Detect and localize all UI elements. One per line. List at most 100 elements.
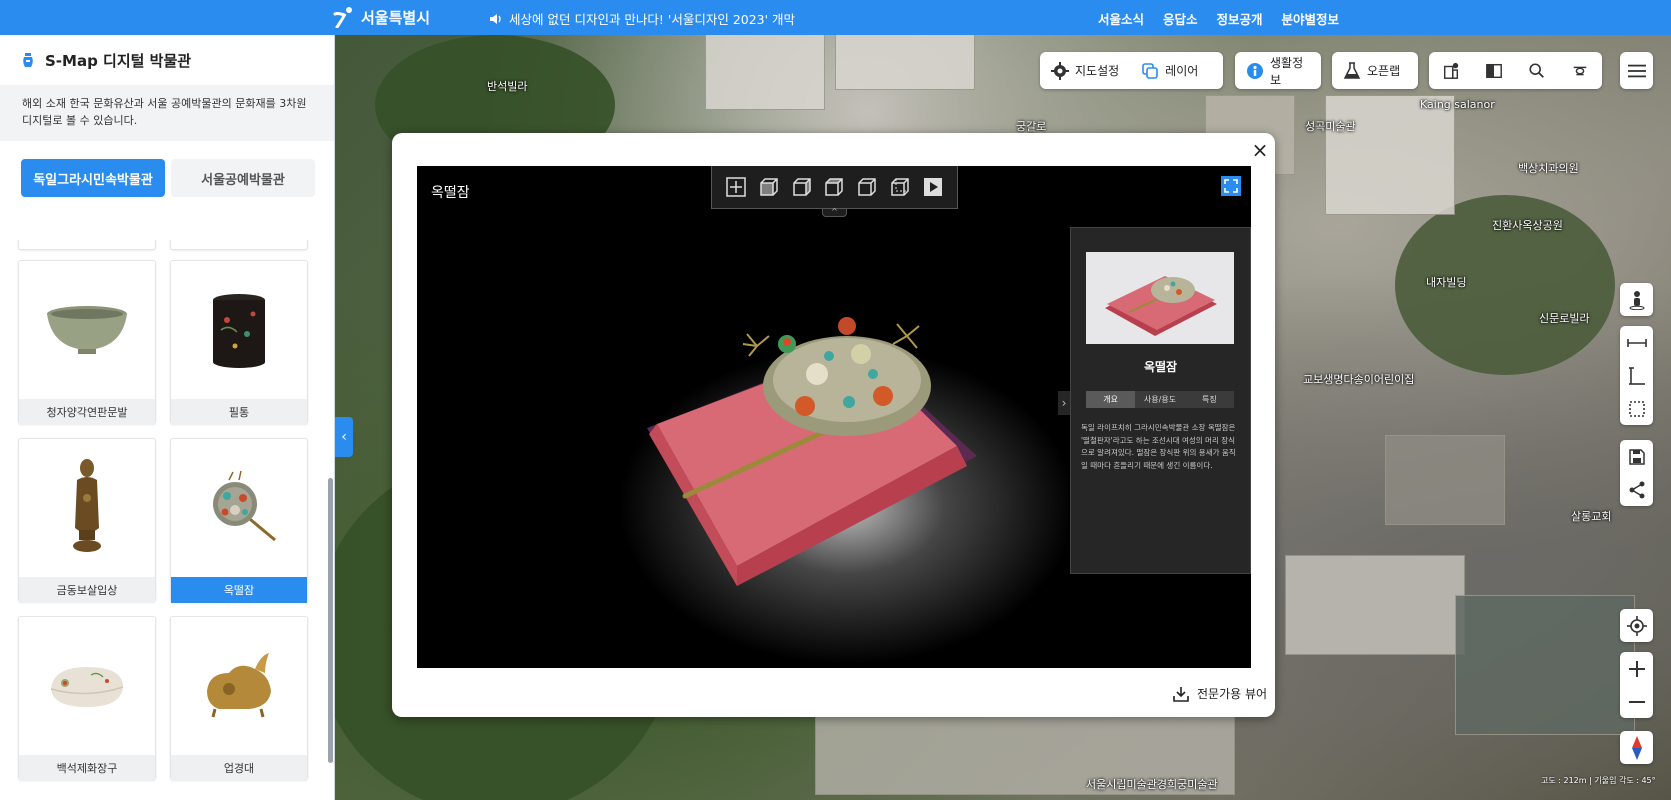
- area-measure-icon[interactable]: [1620, 392, 1653, 425]
- chevron-right-icon: ›: [1061, 396, 1067, 410]
- tab-seoul-craft-museum[interactable]: 서울공예박물관: [171, 159, 315, 197]
- open-lab-label: 오픈랩: [1367, 64, 1401, 78]
- artifact-label: 금동보살입상: [19, 577, 155, 603]
- sidebar-description: 해외 소재 한국 문화유산과 서울 공예박물관의 문화재를 3차원 디지털로 볼…: [0, 85, 334, 141]
- measure-tools: [1620, 326, 1653, 425]
- celadon-bowl-icon: [19, 261, 155, 399]
- map-label: 서울시립미술관경희궁미술관: [1086, 778, 1218, 791]
- info-tab-usage[interactable]: 사용/용도: [1135, 391, 1185, 408]
- artifact-card[interactable]: 청자양각연판문발: [18, 260, 156, 425]
- sidebar-title: S-Map 디지털 박물관: [45, 51, 192, 70]
- flask-icon: [1343, 61, 1361, 80]
- pegman-icon[interactable]: [1620, 283, 1653, 316]
- save-icon[interactable]: [1620, 440, 1653, 473]
- split-view-icon[interactable]: [1485, 62, 1503, 80]
- distance-measure-icon[interactable]: [1620, 326, 1653, 359]
- menu-button[interactable]: [1620, 52, 1653, 89]
- tab-grassi-museum[interactable]: 독일그라시민속박물관: [21, 159, 165, 197]
- notice-banner[interactable]: 세상에 없던 디자인과 만나다! '서울디자인 2023' 개막: [489, 9, 795, 28]
- map-toolbar-icons: [1429, 52, 1602, 89]
- map-label: 궁갈로: [1016, 120, 1047, 133]
- brand-name: 서울특별시: [361, 8, 431, 27]
- play-icon[interactable]: [922, 176, 944, 198]
- map-settings-label: 지도설정: [1075, 64, 1120, 78]
- info-tabs: 개요 사용/용도 특징: [1086, 391, 1234, 408]
- top-link-disclosure[interactable]: 정보공개: [1217, 9, 1263, 28]
- height-measure-icon[interactable]: [1620, 359, 1653, 392]
- open-lab-button[interactable]: 오픈랩: [1332, 52, 1411, 89]
- layers-icon: [1141, 62, 1159, 80]
- share-icon[interactable]: [1620, 473, 1653, 506]
- info-person-icon: [1246, 62, 1264, 80]
- view-mode-toolbar: [711, 166, 958, 209]
- sidebar-header: S-Map 디지털 박물관: [0, 35, 334, 85]
- artifact-label: 업경대: [171, 755, 307, 781]
- info-panel-toggle[interactable]: ›: [1058, 391, 1070, 415]
- zoom-controls: [1620, 652, 1653, 718]
- info-tab-overview[interactable]: 개요: [1086, 391, 1136, 408]
- life-info-label: 생활정보: [1270, 55, 1304, 87]
- top-link-news[interactable]: 서울소식: [1098, 9, 1144, 28]
- save-share-tools: [1620, 440, 1653, 506]
- hairpin-icon: [171, 439, 307, 577]
- toolbar-collapse-handle[interactable]: ^: [822, 208, 847, 217]
- hamburger-menu-icon: [1627, 62, 1646, 80]
- cube-back-view-icon[interactable]: [856, 176, 878, 198]
- download-icon: [1173, 686, 1189, 702]
- viewer-title: 옥떨잠: [431, 185, 470, 201]
- cube-front-view-icon[interactable]: [758, 176, 780, 198]
- street-view-tool: [1620, 283, 1653, 316]
- expert-viewer-button[interactable]: 전문가용 뷰어: [1173, 685, 1267, 702]
- map-label: 살롱교회: [1571, 510, 1612, 523]
- top-link-fields[interactable]: 분야별정보: [1282, 9, 1340, 28]
- cube-top-view-icon[interactable]: [823, 176, 845, 198]
- notice-text: 세상에 없던 디자인과 만나다! '서울디자인 2023' 개막: [509, 12, 796, 27]
- artifact-card[interactable]: 금동보살입상: [18, 438, 156, 603]
- compass-icon[interactable]: [1620, 731, 1653, 764]
- building-icon[interactable]: [1442, 62, 1460, 80]
- map-label: Kaing salanor: [1420, 98, 1495, 111]
- top-links: 서울소식 응답소 정보공개 분야별정보: [1098, 9, 1339, 28]
- fit-view-icon[interactable]: [725, 176, 747, 198]
- top-link-response[interactable]: 응답소: [1163, 9, 1198, 28]
- artifact-card[interactable]: 필통: [170, 260, 308, 425]
- map-label: 성곡미술관: [1305, 120, 1356, 133]
- vase-icon: [23, 53, 33, 67]
- map-label: 교보생명다송이어린이집: [1303, 373, 1415, 386]
- current-location-icon[interactable]: [1620, 609, 1653, 642]
- artifact-label: 백석제화장구: [19, 755, 155, 781]
- map-label: 진환사옥상공원: [1492, 219, 1563, 232]
- map-label: 신문로빌라: [1539, 312, 1590, 325]
- speaker-icon: [490, 13, 501, 24]
- zoom-in-icon[interactable]: [1620, 652, 1653, 685]
- sidebar-collapse-button[interactable]: ‹: [335, 417, 353, 457]
- seoul-logo[interactable]: 서울특별시: [333, 6, 430, 28]
- artifact-card[interactable]: 백석제화장구: [18, 616, 156, 781]
- drone-icon[interactable]: [1571, 62, 1589, 80]
- map-settings-button[interactable]: 지도설정: [1040, 52, 1130, 89]
- info-tab-features[interactable]: 특징: [1184, 391, 1234, 408]
- gear-icon: [1051, 61, 1069, 80]
- close-icon[interactable]: ×: [1250, 140, 1270, 160]
- artifact-card[interactable]: 업경대: [170, 616, 308, 781]
- brush-holder-icon: [171, 261, 307, 399]
- map-scale-readout: 고도 : 212m | 기울임 각도 : 45°: [1541, 776, 1656, 785]
- search-icon[interactable]: [1528, 62, 1546, 80]
- zoom-out-icon[interactable]: [1620, 685, 1653, 718]
- sidebar-scrollbar[interactable]: [328, 478, 333, 763]
- museum-tabs: 독일그라시민속박물관 서울공예박물관: [21, 159, 334, 197]
- cube-bottom-view-icon[interactable]: [889, 176, 911, 198]
- fullscreen-icon[interactable]: [1221, 176, 1241, 196]
- artifact-card-selected[interactable]: 옥떨잠: [170, 438, 308, 603]
- cube-side-view-icon[interactable]: [791, 176, 813, 198]
- map-label: 내자빌딩: [1426, 276, 1467, 289]
- map-label: 백상치과의원: [1518, 162, 1579, 175]
- list-item[interactable]: [170, 240, 308, 250]
- map-toolbar-main: 지도설정 레이어: [1040, 52, 1223, 89]
- life-info-button[interactable]: 생활정보: [1235, 52, 1321, 89]
- info-title: 옥떨잠: [1143, 360, 1178, 374]
- sidebar: S-Map 디지털 박물관 해외 소재 한국 문화유산과 서울 공예박물관의 문…: [0, 35, 335, 800]
- artifact-thumbnail: [1086, 252, 1234, 344]
- layer-button[interactable]: 레이어: [1130, 52, 1209, 89]
- list-item[interactable]: [18, 240, 156, 250]
